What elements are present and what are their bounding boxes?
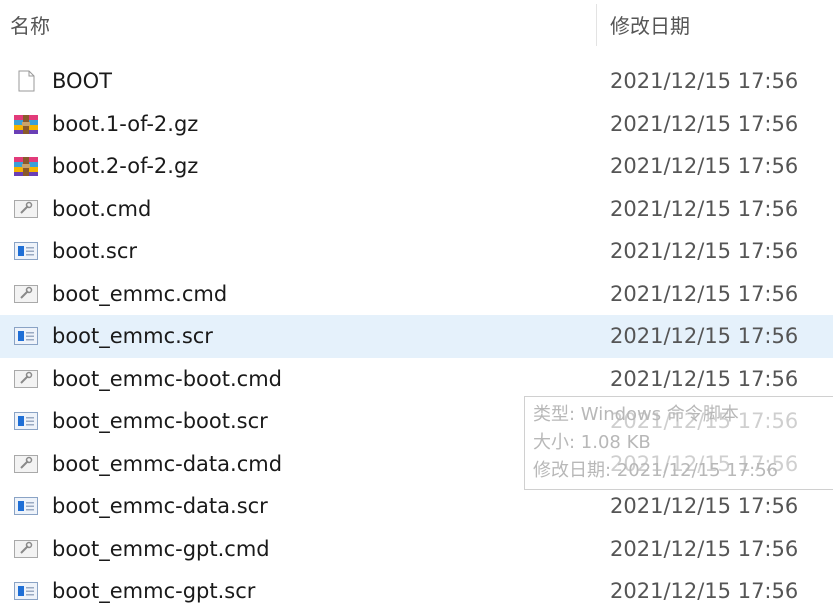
file-name: boot_emmc-data.cmd bbox=[52, 451, 283, 476]
cmd-file-icon bbox=[13, 283, 39, 305]
file-row[interactable]: boot_emmc-boot.cmd 2021/12/15 17:56 bbox=[0, 358, 833, 401]
tooltip-date: 修改日期: 2021/12/15 17:56 bbox=[533, 460, 779, 481]
file-list: BOOT 2021/12/15 17:56 boot.1-of-2.gz 2021/1… bbox=[0, 60, 833, 613]
file-info-tooltip: 类型: Windows 命令脚本 大小: 1.08 KB 修改日期: 2021/… bbox=[524, 396, 833, 490]
blank-file-icon bbox=[13, 70, 39, 92]
cmd-file-icon bbox=[13, 538, 39, 560]
file-row[interactable]: boot_emmc-data.scr 2021/12/15 17:56 bbox=[0, 485, 833, 528]
file-date-modified: 2021/12/15 17:56 bbox=[610, 281, 799, 306]
file-row[interactable]: boot_emmc-gpt.cmd 2021/12/15 17:56 bbox=[0, 528, 833, 571]
cmd-file-icon bbox=[13, 198, 39, 220]
file-row[interactable]: boot_emmc.scr 2021/12/15 17:56 bbox=[0, 315, 833, 358]
column-header: 名称 修改日期 bbox=[0, 0, 833, 52]
column-divider[interactable] bbox=[596, 4, 597, 46]
script-file-icon bbox=[13, 410, 39, 432]
column-header-date-modified[interactable]: 修改日期 bbox=[610, 10, 690, 39]
file-name: boot_emmc-boot.scr bbox=[52, 409, 268, 433]
file-date-modified: 2021/12/15 17:56 bbox=[610, 111, 799, 136]
file-date-modified: 2021/12/15 17:56 bbox=[610, 579, 799, 603]
file-date-modified: 2021/12/15 17:56 bbox=[610, 494, 799, 518]
file-row[interactable]: boot_emmc-gpt.scr 2021/12/15 17:56 bbox=[0, 570, 833, 613]
file-name: boot_emmc.cmd bbox=[52, 281, 228, 306]
cmd-file-icon bbox=[13, 453, 39, 475]
file-name: boot_emmc-data.scr bbox=[52, 494, 268, 518]
column-header-name[interactable]: 名称 bbox=[10, 10, 50, 39]
file-row[interactable]: boot.2-of-2.gz 2021/12/15 17:56 bbox=[0, 145, 833, 188]
file-row[interactable]: boot_emmc.cmd 2021/12/15 17:56 bbox=[0, 273, 833, 316]
file-date-modified: 2021/12/15 17:56 bbox=[610, 196, 799, 221]
file-row[interactable]: boot.cmd 2021/12/15 17:56 bbox=[0, 188, 833, 231]
file-name: boot_emmc-gpt.scr bbox=[52, 579, 256, 603]
file-name: boot.2-of-2.gz bbox=[52, 154, 199, 178]
script-file-icon bbox=[13, 495, 39, 517]
file-name: boot.1-of-2.gz bbox=[52, 111, 199, 136]
script-file-icon bbox=[13, 580, 39, 602]
tooltip-type: 类型: Windows 命令脚本 bbox=[533, 404, 739, 425]
file-date-modified: 2021/12/15 17:56 bbox=[610, 69, 799, 93]
script-file-icon bbox=[13, 325, 39, 347]
file-name: boot_emmc-gpt.cmd bbox=[52, 536, 270, 561]
archive-icon bbox=[13, 113, 39, 135]
file-date-modified: 2021/12/15 17:56 bbox=[610, 154, 799, 178]
tooltip-size: 大小: 1.08 KB bbox=[533, 432, 651, 453]
script-file-icon bbox=[13, 240, 39, 262]
file-row[interactable]: BOOT 2021/12/15 17:56 bbox=[0, 60, 833, 103]
file-row[interactable]: boot.scr 2021/12/15 17:56 bbox=[0, 230, 833, 273]
file-date-modified: 2021/12/15 17:56 bbox=[610, 366, 799, 391]
cmd-file-icon bbox=[13, 368, 39, 390]
file-date-modified: 2021/12/15 17:56 bbox=[610, 239, 799, 263]
file-name: boot_emmc-boot.cmd bbox=[52, 366, 282, 391]
file-name: boot.cmd bbox=[52, 196, 152, 221]
file-name: boot_emmc.scr bbox=[52, 324, 213, 348]
file-name: BOOT bbox=[52, 69, 112, 93]
file-name: boot.scr bbox=[52, 239, 138, 263]
file-row[interactable]: boot.1-of-2.gz 2021/12/15 17:56 bbox=[0, 103, 833, 146]
file-date-modified: 2021/12/15 17:56 bbox=[610, 536, 799, 561]
file-date-modified: 2021/12/15 17:56 bbox=[610, 324, 799, 348]
archive-icon bbox=[13, 155, 39, 177]
